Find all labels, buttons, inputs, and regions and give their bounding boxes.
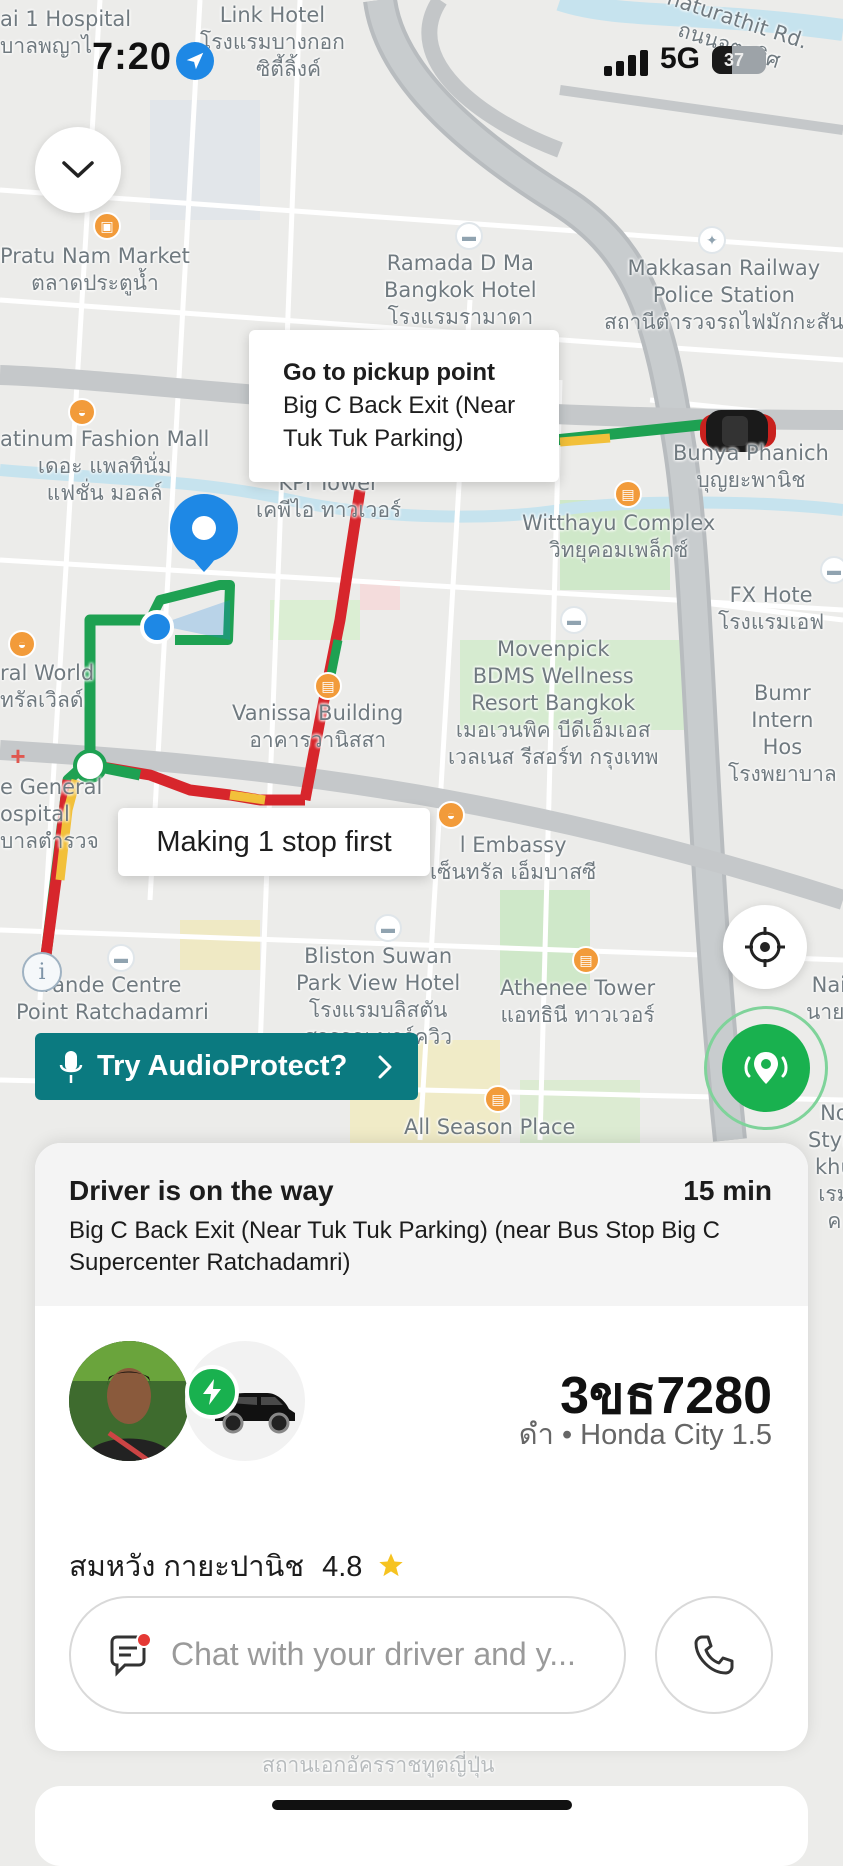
map-label: Link Hotel โรงแรมบางกอก xyxy=(200,3,345,54)
map-label: All Season Place xyxy=(404,1115,576,1139)
building-icon: ▤ xyxy=(314,672,342,700)
lightning-icon xyxy=(203,1379,221,1405)
building-icon: ▤ xyxy=(572,946,600,974)
shopping-icon: ◒ xyxy=(437,801,465,829)
map-label: Bumr Intern Hos โรงพยาบาล xyxy=(728,681,837,786)
trip-status-header: Driver is on the way 15 min Big C Back E… xyxy=(35,1143,808,1306)
chat-placeholder: Chat with your driver and y... xyxy=(171,1636,576,1672)
hotel-icon: ▬ xyxy=(374,914,402,942)
map-label: l Embassy เซ็นทรัล เอ็มบาสซี xyxy=(430,833,597,884)
safety-center-icon xyxy=(744,1052,788,1084)
stop-callout-text: Making 1 stop first xyxy=(156,825,392,858)
map-label: Athenee Tower แอทธินี ทาวเวอร์ xyxy=(500,976,656,1027)
hotel-icon: ▬ xyxy=(560,606,588,634)
locate-icon xyxy=(745,927,785,967)
chat-bubble-icon xyxy=(107,1632,153,1685)
battery-icon: 37 xyxy=(712,46,766,74)
collapse-button[interactable] xyxy=(35,127,121,213)
vehicle-description: ดำ • Honda City 1.5 xyxy=(518,1419,772,1451)
battery-level: 37 xyxy=(724,50,745,70)
audio-protect-button[interactable]: Try AudioProtect? xyxy=(35,1033,418,1100)
pickup-callout[interactable]: Go to pickup point Big C Back Exit (Near… xyxy=(249,330,559,482)
hotel-icon: ▬ xyxy=(107,944,135,972)
driver-name: สมหวัง กายะปานิช xyxy=(69,1551,305,1583)
trip-sheet[interactable]: Driver is on the way 15 min Big C Back E… xyxy=(35,1143,808,1751)
hotel-icon: ▬ xyxy=(820,556,843,584)
driver-avatar[interactable] xyxy=(69,1341,189,1461)
pickup-address: Big C Back Exit (Near Tuk Tuk Parking) (… xyxy=(69,1217,720,1276)
map-label: Ramada D Ma Bangkok Hotel โรงแรมรามาดา xyxy=(384,251,537,329)
building-icon: ▤ xyxy=(614,480,642,508)
chevron-right-icon xyxy=(378,1055,392,1078)
chevron-down-icon xyxy=(62,161,94,178)
map-label: ซิตี้ลิ้งค์ xyxy=(256,57,322,81)
map-label: e General ospital บาลตำรวจ xyxy=(0,775,103,853)
audio-protect-label: Try AudioProtect? xyxy=(97,1050,348,1082)
map-label: NoStylekhuเรมค xyxy=(808,1101,843,1233)
map-label: Vanissa Building อาคารวานิสสา xyxy=(232,701,404,752)
map-label: Makkasan Railway Police Station สถานีตำรวจ… xyxy=(604,256,843,334)
location-arrow-icon xyxy=(176,42,214,80)
safety-center-button[interactable] xyxy=(722,1024,810,1112)
shopping-icon: ◒ xyxy=(68,398,96,426)
market-icon: ▣ xyxy=(93,212,121,240)
pickup-callout-heading: Go to pickup point xyxy=(283,359,495,386)
map-label: FX Hote โรงแรมเอฟ xyxy=(718,583,825,634)
network-type: 5G xyxy=(660,42,701,75)
microphone-icon xyxy=(59,1050,83,1083)
star-icon xyxy=(377,1551,405,1587)
status-time: 7:20 xyxy=(92,36,173,78)
info-icon[interactable]: i xyxy=(22,952,62,992)
phone-icon xyxy=(694,1635,734,1675)
trip-status: Driver is on the way xyxy=(69,1175,334,1206)
trip-eta: 15 min xyxy=(683,1175,772,1206)
police-icon: ✦ xyxy=(698,226,726,254)
next-sheet-peek xyxy=(35,1786,808,1866)
map-label: atinum Fashion Mall เดอะ แพลทินั่ม แฟชั่น … xyxy=(0,427,210,505)
shopping-icon: ◒ xyxy=(8,630,36,658)
map-label: Pratu Nam Market ตลาดประตูน้ำ xyxy=(0,244,190,295)
home-indicator[interactable] xyxy=(272,1800,572,1810)
hospital-icon: + xyxy=(10,740,26,771)
pickup-callout-location: Big C Back Exit (Near Tuk Tuk Parking) xyxy=(283,392,516,452)
map-label: สถานเอกอัครราชทูตญี่ปุ่น xyxy=(262,1753,495,1777)
driver-rating: 4.8 xyxy=(322,1551,363,1583)
map-label: Bunya Phanich บุญยะพานิช xyxy=(673,441,829,492)
map-label: Movenpick BDMS Wellness Resort Bangkok เมอเ… xyxy=(448,637,659,769)
stop-callout: Making 1 stop first xyxy=(118,808,430,876)
signal-bars-icon xyxy=(604,50,648,81)
map-label: Naiนายเ xyxy=(806,973,843,1024)
driver-info: สมหวัง กายะปานิช 4.8 xyxy=(69,1543,405,1589)
map-label: ral World ทรัลเวิลด์ xyxy=(0,661,95,712)
building-icon: ▤ xyxy=(484,1085,512,1113)
map-label: Witthayu Complex วิทยุคอมเพล็กซ์ xyxy=(522,511,716,562)
chat-input[interactable]: Chat with your driver and y... xyxy=(69,1596,626,1714)
hotel-icon: ▬ xyxy=(455,222,483,250)
recenter-button[interactable] xyxy=(723,905,807,989)
ev-badge xyxy=(185,1365,239,1419)
call-driver-button[interactable] xyxy=(655,1596,773,1714)
